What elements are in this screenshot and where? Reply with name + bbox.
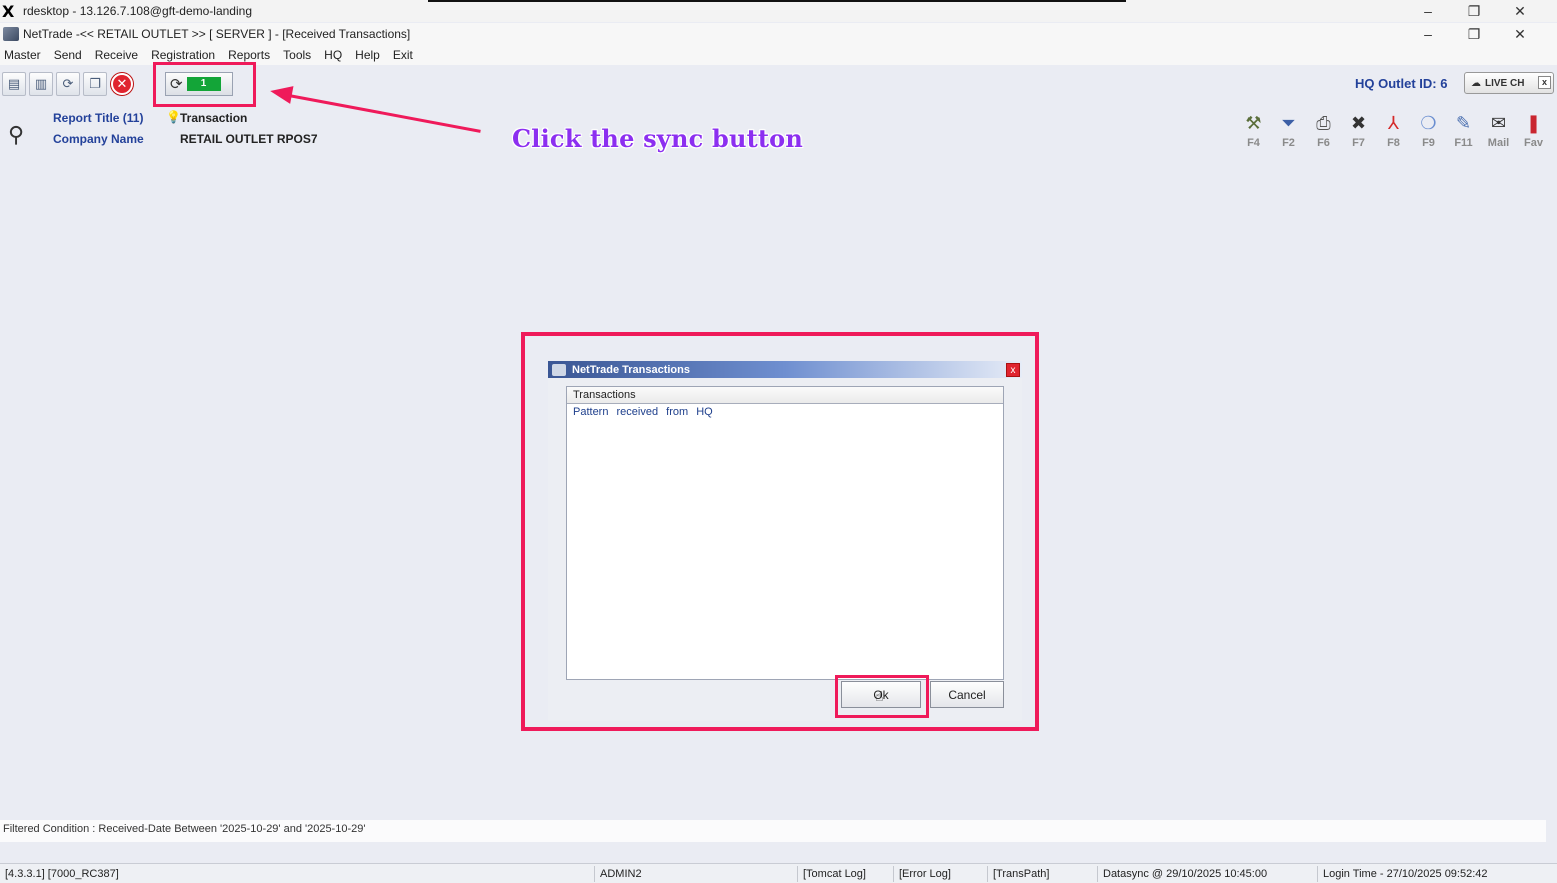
fkey-f8-button[interactable]: ⅄ F8 [1376, 110, 1411, 150]
status-user: ADMIN2 [594, 866, 647, 882]
transactions-list[interactable]: Transactions Pattern received from HQ [566, 386, 1004, 680]
cancel-button[interactable]: Cancel [930, 681, 1004, 708]
dialog-titlebar[interactable]: NetTrade Transactions [548, 361, 1022, 378]
hq-outlet-id: HQ Outlet ID: 6 [1355, 76, 1448, 91]
filter-condition: Filtered Condition : Received-Date Betwe… [0, 820, 1546, 842]
mail-button[interactable]: ✉ Mail [1481, 110, 1516, 150]
company-name-value: RETAIL OUTLET RPOS7 [180, 132, 318, 146]
close-circle-icon[interactable]: ✕ [111, 73, 133, 95]
close-icon[interactable]: ✕ [1497, 3, 1543, 20]
fkey-f6-button[interactable]: ⎙ F6 [1306, 110, 1341, 150]
restore-icon[interactable]: ❐ [1451, 3, 1497, 20]
fkey-f9-button[interactable]: ❍ F9 [1411, 110, 1446, 150]
dialog-app-icon [552, 363, 566, 376]
app-window-title: NetTrade -<< RETAIL OUTLET >> [ SERVER ]… [23, 27, 411, 41]
nettrade-transactions-dialog: NetTrade Transactions x Transactions Pat… [548, 361, 1022, 721]
sync-highlight-box [153, 62, 256, 107]
export-icon: ❍ [1420, 112, 1437, 133]
delete-document-icon[interactable]: ▥ [29, 72, 53, 96]
fkey-label: F6 [1317, 137, 1330, 149]
chat-icon: ☁ [1471, 77, 1481, 89]
menu-master[interactable]: Master [4, 48, 41, 62]
list-item[interactable]: Pattern received from HQ [567, 404, 1003, 418]
transpath-link[interactable]: [TransPath] [987, 866, 1054, 882]
app-close-icon[interactable]: ✕ [1497, 26, 1543, 43]
fkey-label: F4 [1247, 137, 1260, 149]
live-chat-button[interactable]: ☁ LIVE CH x [1464, 72, 1554, 94]
function-key-bar: ⚒ F4 ⏷ F2 ⎙ F6 ✖ F7 ⅄ F8 ❍ F9 ✎ F11 ✉ Ma… [1236, 110, 1551, 150]
app-window-controls: – ❐ ✕ [1405, 26, 1543, 43]
x-logo-icon: X [2, 1, 15, 21]
rdesktop-window-title: rdesktop - 13.126.7.108@gft-demo-landing [23, 4, 252, 18]
fkey-label: F11 [1454, 137, 1473, 149]
filter-icon: ⏷ [1281, 112, 1296, 133]
excel-icon: ✖ [1350, 112, 1367, 133]
menu-hq[interactable]: HQ [324, 48, 342, 62]
menu-tools[interactable]: Tools [283, 48, 311, 62]
tomcat-log-link[interactable]: [Tomcat Log] [797, 866, 871, 882]
fkey-label: Mail [1487, 137, 1510, 149]
refresh-document-icon[interactable]: ⟳ [56, 72, 80, 96]
rdesktop-titlebar: X rdesktop - 13.126.7.108@gft-demo-landi… [0, 0, 1557, 22]
transactions-column-header[interactable]: Transactions [567, 387, 1003, 404]
menu-reports[interactable]: Reports [228, 48, 270, 62]
annotation-text: Click the sync button [512, 124, 804, 153]
favourite-button[interactable]: ❚ Fav [1516, 110, 1551, 150]
lightbulb-icon: 💡 [166, 110, 181, 124]
app-titlebar: NetTrade -<< RETAIL OUTLET >> [ SERVER ]… [0, 23, 1557, 45]
new-document-icon[interactable]: ▤ [2, 72, 26, 96]
menu-registration[interactable]: Registration [151, 48, 215, 62]
live-chat-label: LIVE CH [1485, 77, 1525, 89]
edit-icon: ✎ [1455, 112, 1472, 133]
printer-icon: ⎙ [1316, 112, 1331, 133]
fkey-f4-button[interactable]: ⚒ F4 [1236, 110, 1271, 150]
favourite-icon: ❚ [1525, 112, 1542, 133]
top-edge-line [428, 0, 1126, 2]
dialog-title: NetTrade Transactions [572, 363, 690, 376]
fkey-label: F9 [1422, 137, 1435, 149]
pdf-icon: ⅄ [1388, 112, 1399, 133]
rdesktop-window-controls: – ❐ ✕ [1405, 3, 1543, 20]
fkey-f2-button[interactable]: ⏷ F2 [1271, 110, 1306, 150]
report-title-label: Report Title (11) [53, 111, 144, 125]
status-version: [4.3.3.1] [7000_RC387] [5, 868, 119, 880]
app-icon [3, 27, 19, 41]
hand-cursor-icon: ☝ [875, 688, 884, 704]
mail-icon: ✉ [1490, 112, 1507, 133]
live-chat-close-icon[interactable]: x [1538, 76, 1551, 89]
fkey-label: F2 [1282, 137, 1295, 149]
app-restore-icon[interactable]: ❐ [1451, 26, 1497, 43]
clipboard-icon[interactable]: ❐ [83, 72, 107, 96]
app-minimize-icon[interactable]: – [1405, 26, 1451, 43]
fkey-label: Fav [1524, 137, 1543, 149]
status-login-time: Login Time - 27/10/2025 09:52:42 [1317, 866, 1493, 882]
search-icon[interactable]: ⚲ [8, 122, 24, 148]
company-name-label: Company Name [53, 132, 144, 146]
fkey-f7-button[interactable]: ✖ F7 [1341, 110, 1376, 150]
status-bar: [4.3.3.1] [7000_RC387] ADMIN2 [Tomcat Lo… [0, 863, 1557, 883]
report-title-value: Transaction [180, 111, 248, 125]
fkey-f11-button[interactable]: ✎ F11 [1446, 110, 1481, 150]
error-log-link[interactable]: [Error Log] [893, 866, 956, 882]
annotation-arrow-head [268, 82, 294, 104]
fkey-label: F7 [1352, 137, 1365, 149]
menu-send[interactable]: Send [54, 48, 82, 62]
dialog-close-icon[interactable]: x [1006, 363, 1020, 377]
tools-icon: ⚒ [1245, 112, 1262, 133]
fkey-label: F8 [1387, 137, 1400, 149]
menu-receive[interactable]: Receive [95, 48, 138, 62]
status-datasync: Datasync @ 29/10/2025 10:45:00 [1097, 866, 1272, 882]
menu-exit[interactable]: Exit [393, 48, 413, 62]
menu-help[interactable]: Help [355, 48, 380, 62]
minimize-icon[interactable]: – [1405, 3, 1451, 20]
